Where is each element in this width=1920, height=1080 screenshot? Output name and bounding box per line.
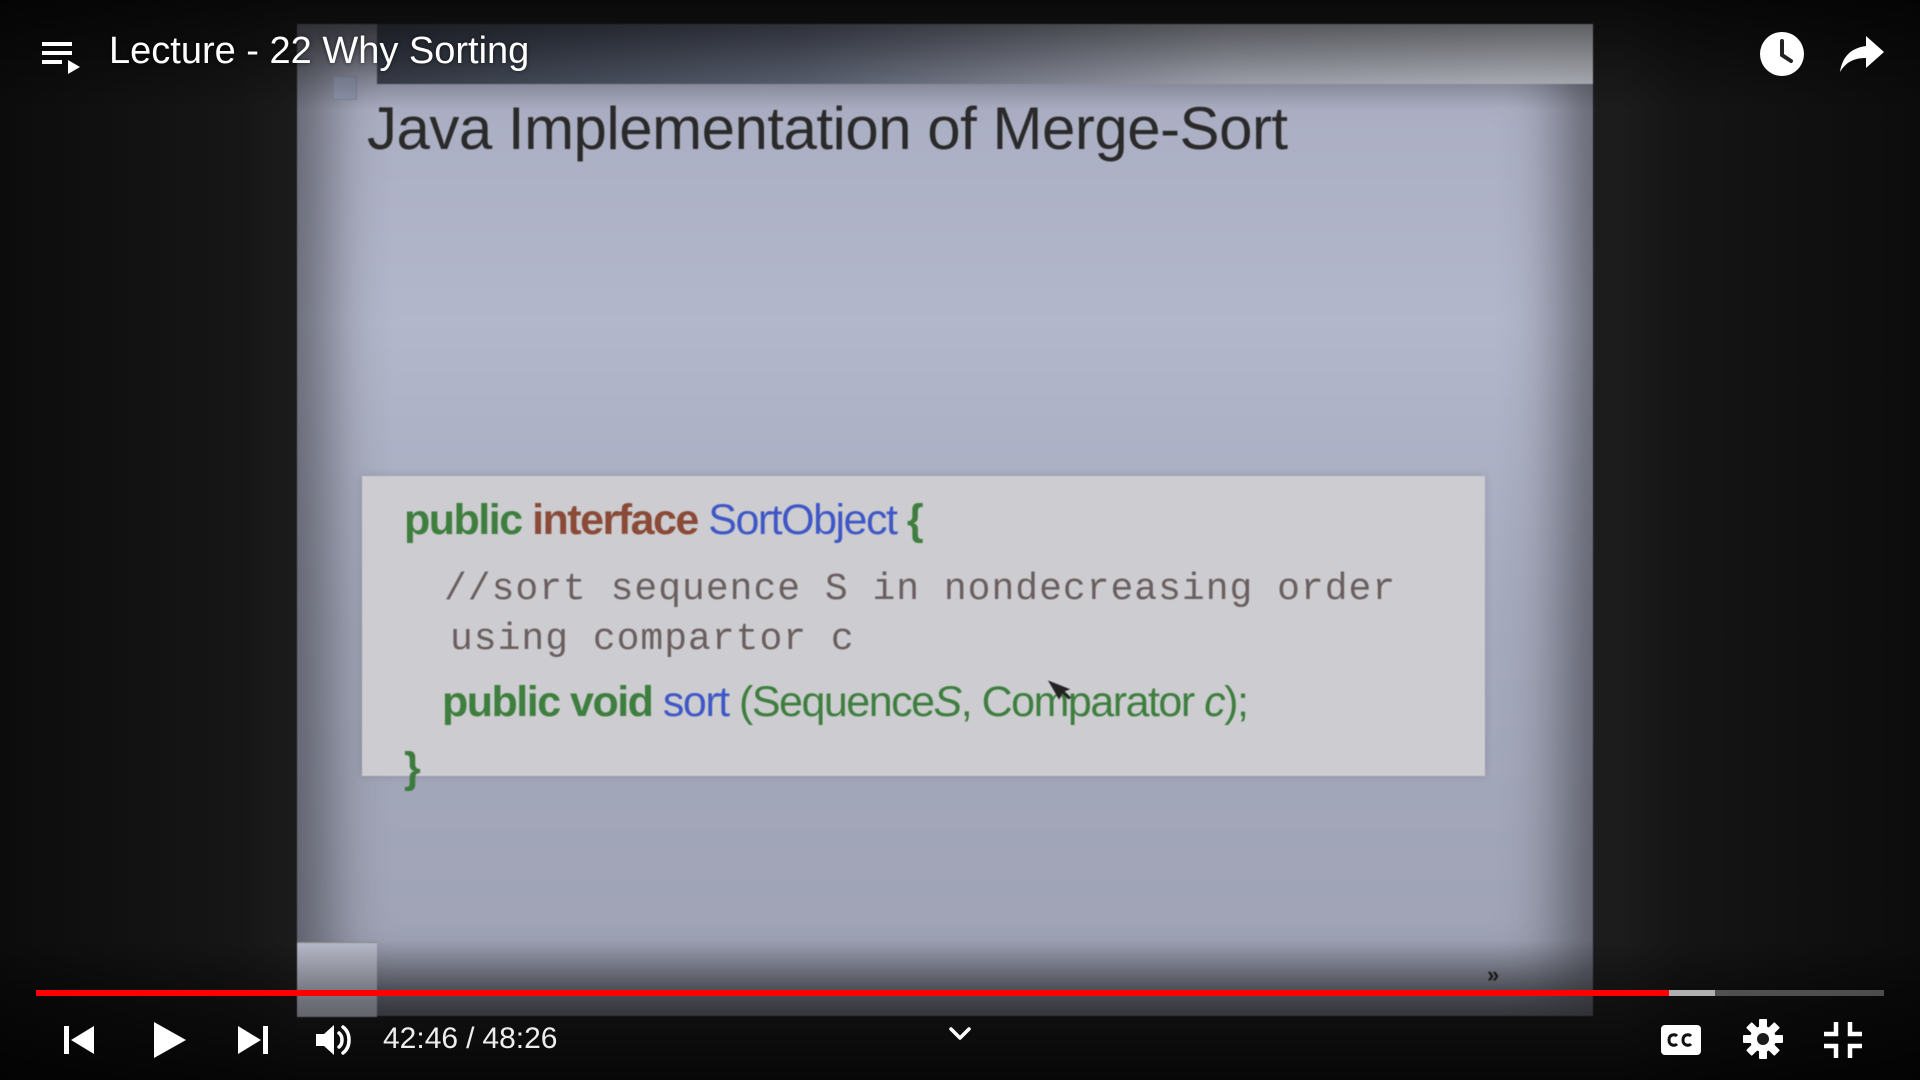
code-comment-line-2: using compartor c: [450, 618, 855, 661]
play-icon[interactable]: [146, 1018, 190, 1062]
code-open-brace: {: [906, 496, 924, 544]
code-param-s: S: [933, 678, 963, 726]
code-keyword-interface: interface: [532, 496, 699, 544]
code-keyword-public-void: public void: [442, 678, 654, 726]
cc-icon[interactable]: [1660, 1024, 1702, 1056]
code-line-method: public void sort (SequenceS, Comparator …: [442, 678, 1249, 727]
gear-icon[interactable]: [1742, 1018, 1784, 1060]
code-comment-line-1: //sort sequence S in nondecreasing order: [444, 568, 1397, 611]
chevron-down-icon[interactable]: [946, 1022, 974, 1046]
playlist-icon[interactable]: [40, 36, 82, 78]
time-separator: /: [466, 1022, 475, 1055]
code-class-name: SortObject: [708, 496, 898, 544]
exit-fullscreen-icon[interactable]: [1822, 1020, 1864, 1060]
progress-played: [36, 990, 1669, 996]
code-params-mid: , Comparator: [960, 678, 1195, 726]
code-line-interface: public interface SortObject {: [404, 496, 924, 545]
time-display: 42:46/48:26: [383, 1022, 558, 1056]
progress-bar[interactable]: [36, 990, 1884, 996]
video-title[interactable]: Lecture - 22 Why Sorting: [109, 30, 529, 73]
code-param-c: c: [1204, 678, 1226, 726]
video-player[interactable]: Java Implementation of Merge-Sort public…: [0, 0, 1920, 1080]
code-params-open: (Sequence: [739, 678, 935, 726]
share-arrow-icon[interactable]: [1838, 32, 1886, 76]
clock-icon[interactable]: [1758, 30, 1806, 78]
current-time: 42:46: [383, 1022, 459, 1055]
code-keyword-public: public: [404, 496, 523, 544]
skip-next-icon[interactable]: [232, 1022, 274, 1058]
pointer-cursor-icon: [1047, 680, 1072, 700]
code-params-close: );: [1224, 678, 1249, 726]
code-block: public interface SortObject { //sort seq…: [362, 476, 1485, 792]
control-bar: [0, 940, 1920, 1080]
code-close-brace: }: [404, 744, 421, 792]
duration: 48:26: [482, 1022, 558, 1055]
skip-previous-icon[interactable]: [58, 1022, 100, 1058]
code-method-name: sort: [662, 678, 730, 726]
video-frame[interactable]: Java Implementation of Merge-Sort public…: [297, 24, 1593, 1017]
volume-icon[interactable]: [312, 1020, 356, 1060]
